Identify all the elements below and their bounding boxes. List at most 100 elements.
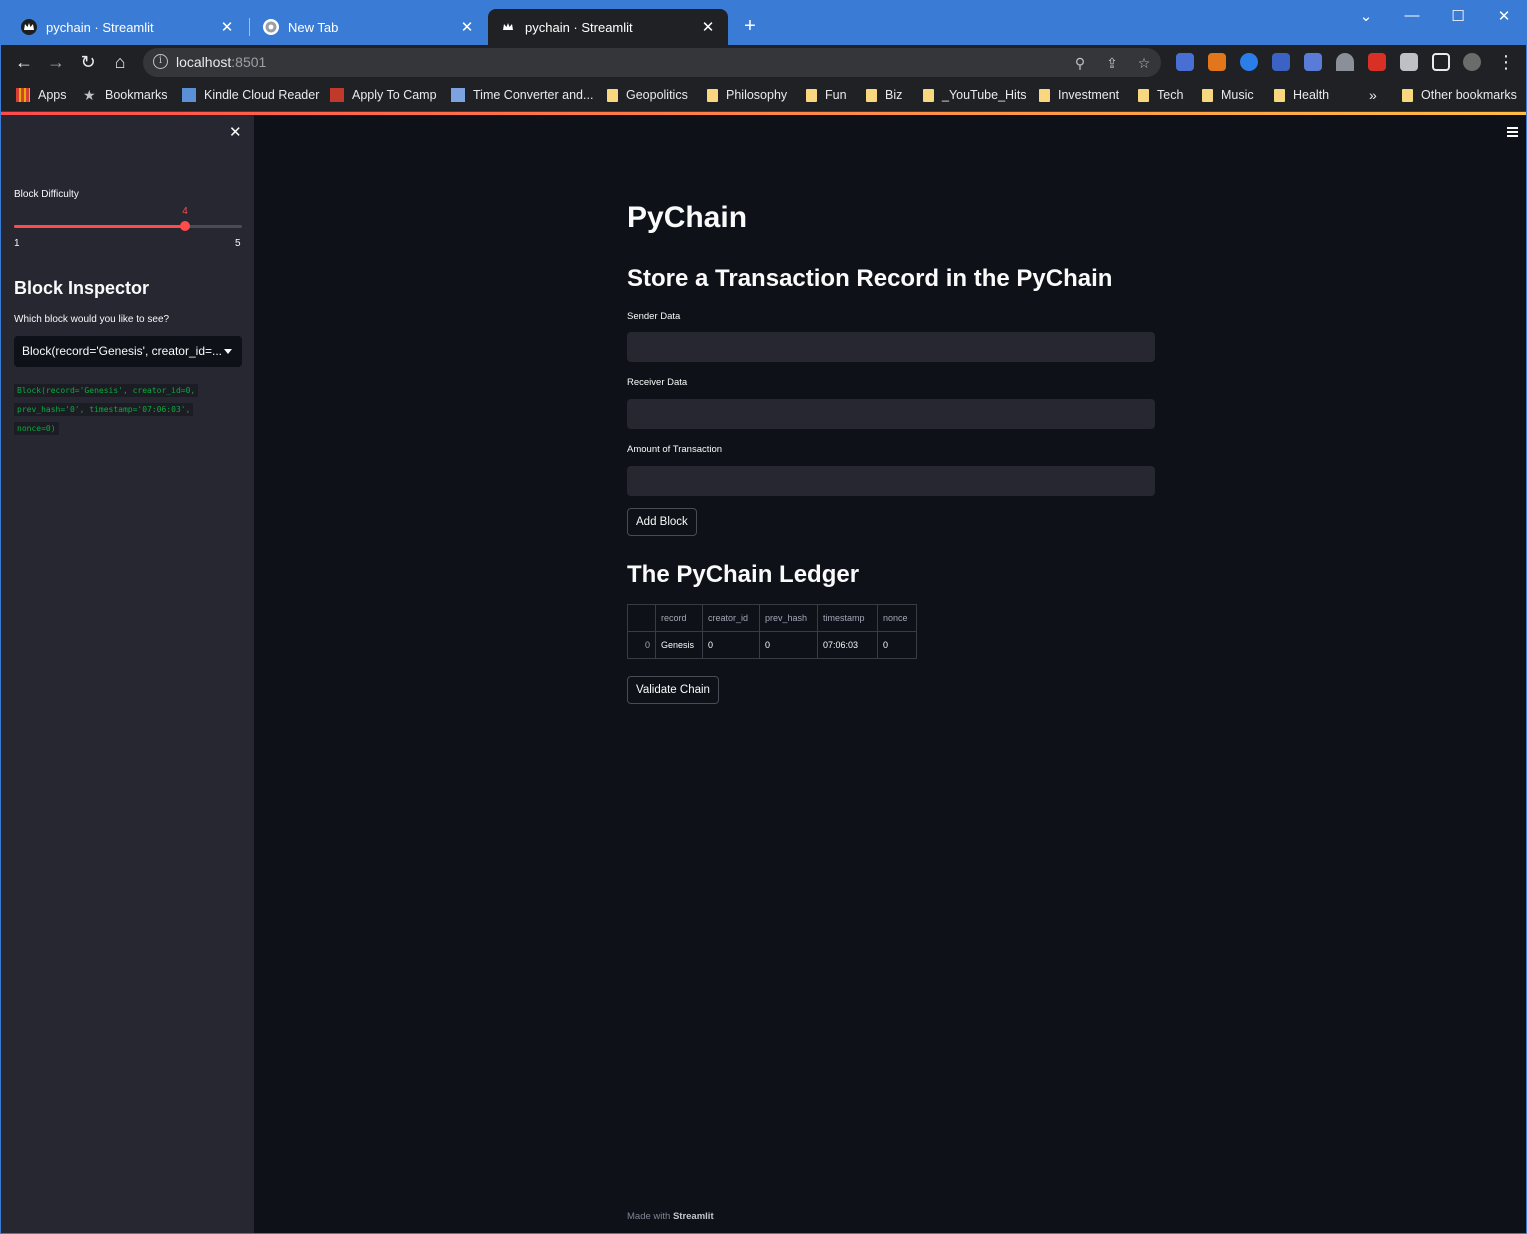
bookmark-kindle[interactable]: Kindle Cloud Reader xyxy=(182,86,319,104)
tab-close-icon[interactable]: ✕ xyxy=(459,18,475,36)
bookmark-label: Health xyxy=(1293,88,1330,102)
bookmark-folder-youtube-hits[interactable]: _YouTube_Hits xyxy=(923,86,1027,104)
tab-new-tab[interactable]: New Tab ✕ xyxy=(251,9,487,45)
tab-pychain-1[interactable]: pychain · Streamlit ✕ xyxy=(9,9,247,45)
slider-min-label: 1 xyxy=(14,238,20,249)
apps-grid-icon xyxy=(16,88,30,102)
footer-streamlit-link[interactable]: Streamlit xyxy=(673,1211,714,1222)
site-info-icon[interactable]: i xyxy=(153,54,168,69)
block-difficulty-slider[interactable] xyxy=(14,221,242,231)
bookmark-time-converter[interactable]: Time Converter and... xyxy=(451,86,593,104)
block-select[interactable]: Block(record='Genesis', creator_id=... xyxy=(14,336,242,367)
back-arrow-icon[interactable]: ← xyxy=(11,49,37,75)
bookmark-folder-fun[interactable]: Fun xyxy=(806,86,847,104)
table-cell: 0 xyxy=(877,631,917,659)
address-bar[interactable]: i localhost:8501 ⚲ ⇪ ☆ xyxy=(143,48,1161,77)
bookmark-label: Time Converter and... xyxy=(473,88,594,102)
bookmark-label: Apply To Camp xyxy=(352,88,437,102)
bookmark-folder-biz[interactable]: Biz xyxy=(866,86,902,104)
forward-arrow-icon[interactable]: → xyxy=(43,49,69,75)
folder-icon xyxy=(1138,88,1149,102)
browser-toolbar: ← → ↻ ⌂ i localhost:8501 ⚲ ⇪ ☆ ⋮ xyxy=(1,45,1526,79)
bookmark-other-bookmarks[interactable]: Other bookmarks xyxy=(1402,86,1517,104)
chrome-icon xyxy=(263,19,279,35)
folder-icon xyxy=(1202,88,1213,102)
bookmark-label: Investment xyxy=(1058,88,1120,102)
receiver-data-input[interactable] xyxy=(627,399,1155,429)
hamburger-menu-icon[interactable] xyxy=(1507,127,1518,139)
folder-icon xyxy=(1402,88,1413,102)
column-header-index xyxy=(627,604,656,632)
zoom-icon[interactable]: ⚲ xyxy=(1071,54,1089,72)
browser-menu-icon[interactable]: ⋮ xyxy=(1493,49,1519,75)
browser-window: pychain · Streamlit ✕ New Tab ✕ pychain … xyxy=(0,0,1527,1234)
bookmark-folder-music[interactable]: Music xyxy=(1202,86,1254,104)
bookmark-folder-geopolitics[interactable]: Geopolitics xyxy=(607,86,688,104)
reload-icon[interactable]: ↻ xyxy=(75,49,101,75)
bookmark-star-icon[interactable]: ☆ xyxy=(1135,54,1153,72)
slider-fill xyxy=(14,225,185,228)
block-code-output: Block(record='Genesis', creator_id=0, pr… xyxy=(14,381,229,438)
bookmark-apply-to-camp[interactable]: Apply To Camp xyxy=(330,86,437,104)
ledger-table: record creator_id prev_hash timestamp no… xyxy=(627,604,917,659)
bookmarks-overflow-button[interactable]: » xyxy=(1369,86,1377,104)
table-header-row: record creator_id prev_hash timestamp no… xyxy=(627,604,917,632)
bookmark-apps[interactable]: Apps xyxy=(16,86,67,104)
slider-value-label: 4 xyxy=(182,206,188,217)
extension-icon[interactable] xyxy=(1240,53,1258,71)
add-block-button[interactable]: Add Block xyxy=(627,508,697,536)
extension-icon[interactable] xyxy=(1304,53,1322,71)
tab-title: pychain · Streamlit xyxy=(525,19,633,35)
page-title: PyChain xyxy=(627,201,748,234)
tab-title: pychain · Streamlit xyxy=(46,19,154,35)
folder-icon xyxy=(1039,88,1050,102)
bookmark-label: Biz xyxy=(885,88,903,102)
tab-pychain-active[interactable]: pychain · Streamlit ✕ xyxy=(488,9,728,45)
slider-thumb[interactable] xyxy=(180,221,190,231)
tab-strip: pychain · Streamlit ✕ New Tab ✕ pychain … xyxy=(1,1,1526,45)
extension-icon[interactable] xyxy=(1272,53,1290,71)
folder-icon xyxy=(866,88,877,102)
bookmark-label: _YouTube_Hits xyxy=(942,88,1027,102)
sidebar-close-icon[interactable]: ✕ xyxy=(229,123,242,141)
home-icon[interactable]: ⌂ xyxy=(107,49,133,75)
tab-separator xyxy=(249,18,250,36)
new-tab-plus-icon[interactable]: + xyxy=(739,15,761,37)
bookmarks-bar: Apps ★ Bookmarks Kindle Cloud Reader Appl… xyxy=(1,79,1526,112)
tab-title: New Tab xyxy=(288,19,339,35)
tab-close-icon[interactable]: ✕ xyxy=(219,18,235,36)
minimize-icon[interactable]: — xyxy=(1397,7,1427,24)
bookmark-folder-health[interactable]: Health xyxy=(1274,86,1329,104)
extension-icon[interactable] xyxy=(1336,53,1354,71)
bookmark-folder-philosophy[interactable]: Philosophy xyxy=(707,86,787,104)
profile-avatar[interactable] xyxy=(1463,53,1481,71)
amount-input[interactable] xyxy=(627,466,1155,496)
column-header-creator-id: creator_id xyxy=(702,604,760,632)
maximize-icon[interactable]: ☐ xyxy=(1443,7,1473,25)
star-icon: ★ xyxy=(83,87,96,103)
bookmark-label: Other bookmarks xyxy=(1421,88,1517,102)
block-inspector-heading: Block Inspector xyxy=(14,278,150,298)
folder-icon xyxy=(1274,88,1285,102)
bookmark-folder-tech[interactable]: Tech xyxy=(1138,86,1183,104)
bookmark-label: Apps xyxy=(38,88,67,102)
validate-chain-button[interactable]: Validate Chain xyxy=(627,676,719,704)
sender-data-input[interactable] xyxy=(627,332,1155,362)
share-icon[interactable]: ⇪ xyxy=(1103,54,1121,72)
extension-icon[interactable] xyxy=(1368,53,1386,71)
tab-search-chevron-icon[interactable]: ⌄ xyxy=(1351,7,1381,25)
receiver-data-label: Receiver Data xyxy=(627,377,688,388)
metamask-icon[interactable] xyxy=(1208,53,1226,71)
bookmark-label: Kindle Cloud Reader xyxy=(204,88,320,102)
bookmark-bookmarks[interactable]: ★ Bookmarks xyxy=(83,86,168,104)
bookmark-folder-investment[interactable]: Investment xyxy=(1039,86,1119,104)
tab-close-icon[interactable]: ✕ xyxy=(700,18,716,36)
sender-data-label: Sender Data xyxy=(627,311,681,322)
code-line: prev_hash='0', timestamp='07:06:03', xyxy=(14,403,194,416)
table-cell: 0 xyxy=(627,631,656,659)
puzzle-extensions-icon[interactable] xyxy=(1400,53,1418,71)
extension-icon[interactable] xyxy=(1176,53,1194,71)
code-line: nonce=0) xyxy=(14,422,59,435)
side-panel-icon[interactable] xyxy=(1432,53,1450,71)
window-close-icon[interactable]: ✕ xyxy=(1489,7,1519,25)
